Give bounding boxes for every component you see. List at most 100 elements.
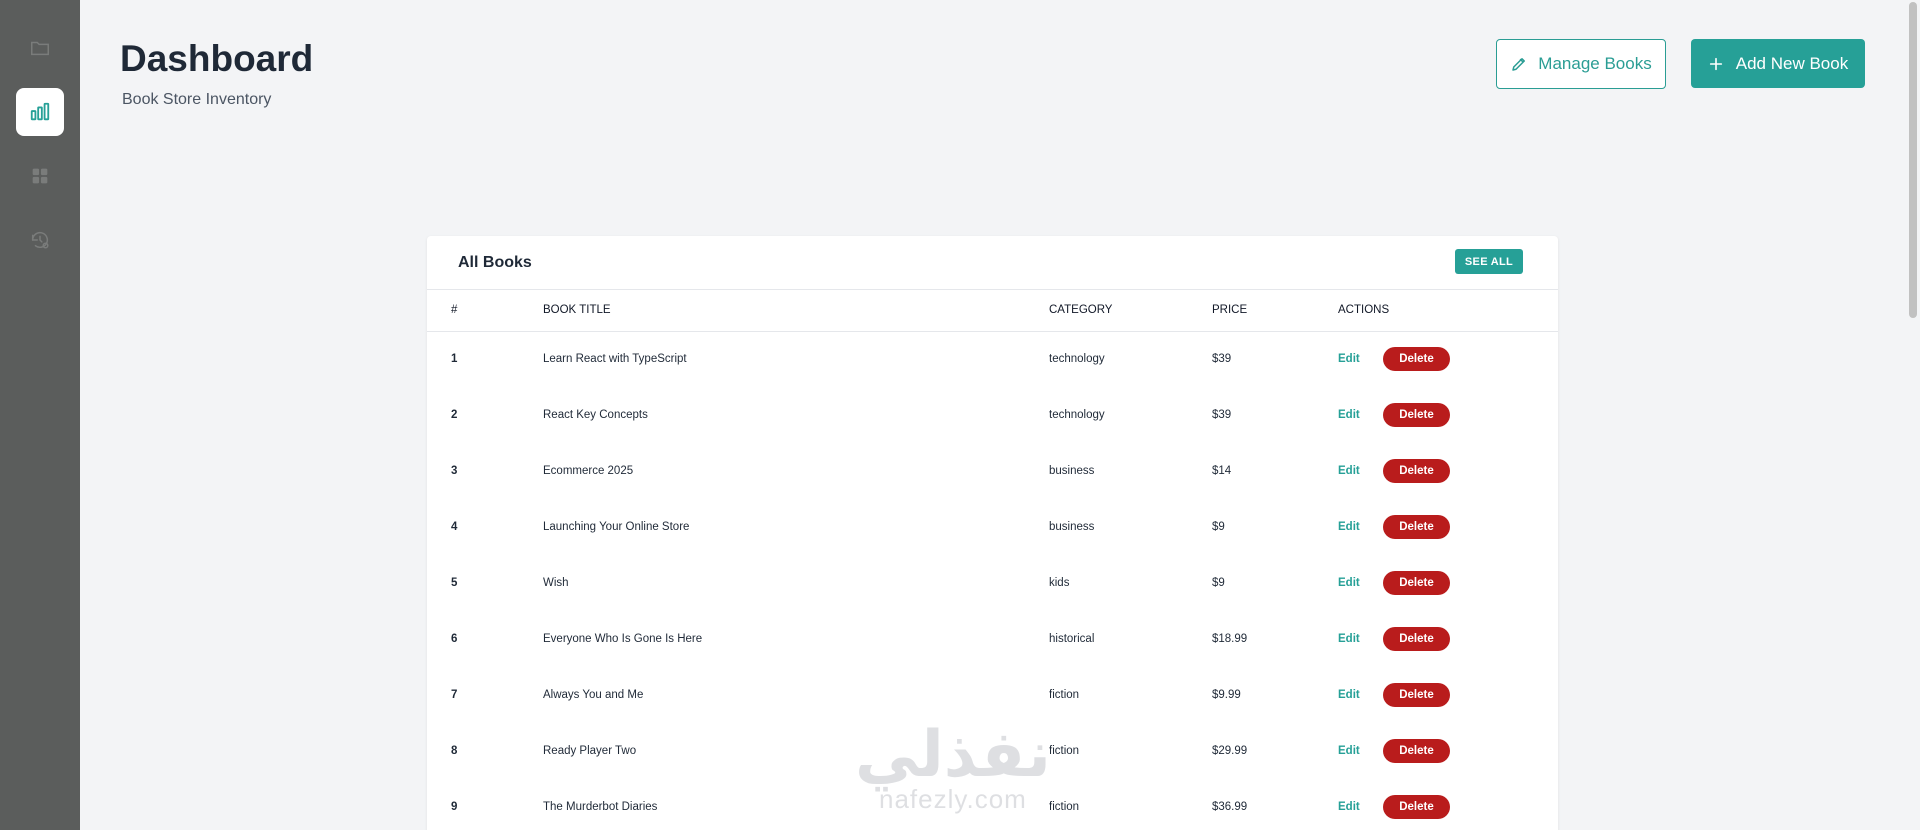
book-price: $14 — [1212, 465, 1232, 477]
table-row: 3 Ecommerce 2025 business $14 Edit Delete — [427, 443, 1558, 499]
book-title: Launching Your Online Store — [543, 521, 690, 533]
edit-link[interactable]: Edit — [1338, 577, 1383, 589]
page-subtitle: Book Store Inventory — [122, 91, 272, 108]
delete-button[interactable]: Delete — [1383, 627, 1450, 651]
page-title: Dashboard — [120, 38, 314, 79]
book-title: React Key Concepts — [543, 409, 648, 421]
book-price: $29.99 — [1212, 745, 1248, 757]
delete-button[interactable]: Delete — [1383, 739, 1450, 763]
edit-link[interactable]: Edit — [1338, 353, 1383, 365]
sidebar-item-folder[interactable] — [16, 24, 64, 72]
table-row: 5 Wish kids $9 Edit Delete — [427, 555, 1558, 611]
edit-link[interactable]: Edit — [1338, 745, 1383, 757]
sidebar-item-apps[interactable] — [16, 152, 64, 200]
delete-button[interactable]: Delete — [1383, 459, 1450, 483]
book-actions: Edit Delete — [1338, 667, 1558, 723]
book-title: Everyone Who Is Gone Is Here — [543, 633, 703, 645]
column-header-actions: ACTIONS — [1338, 304, 1390, 317]
delete-button[interactable]: Delete — [1383, 571, 1450, 595]
book-actions: Edit Delete — [1338, 611, 1558, 667]
books-table-body: 1 Learn React with TypeScript technology $3… — [427, 331, 1558, 830]
book-category: technology — [1049, 353, 1105, 366]
page-scrollbar[interactable] — [1906, 0, 1920, 830]
table-row: 4 Launching Your Online Store business $9 Ed… — [427, 499, 1558, 555]
delete-button[interactable]: Delete — [1383, 403, 1450, 427]
book-title: Learn React with TypeScript — [543, 353, 687, 366]
delete-button[interactable]: Delete — [1383, 347, 1450, 372]
column-header-category: CATEGORY — [1049, 304, 1113, 317]
book-number: 5 — [451, 577, 458, 589]
add-new-book-button[interactable]: Add New Book — [1691, 39, 1865, 88]
sidebar-item-history-settings[interactable] — [16, 216, 64, 264]
book-category: business — [1049, 465, 1095, 477]
delete-button[interactable]: Delete — [1383, 795, 1450, 819]
book-category: fiction — [1049, 689, 1080, 701]
all-books-card: All Books SEE ALL # BOOK TITLE CATEGORY … — [427, 236, 1558, 830]
table-row: 2 React Key Concepts technology $39 Edit Dele… — [427, 387, 1558, 443]
book-actions: Edit Delete — [1338, 555, 1558, 611]
book-category: fiction — [1049, 801, 1080, 813]
book-title: The Murderbot Diaries — [543, 801, 658, 813]
book-actions: Edit Delete — [1338, 387, 1558, 443]
book-actions: Edit Delete — [1338, 779, 1558, 830]
edit-link[interactable]: Edit — [1338, 633, 1383, 645]
book-price: $9 — [1212, 577, 1225, 589]
book-price: $9 — [1212, 521, 1225, 533]
see-all-button[interactable]: SEE ALL — [1455, 249, 1523, 274]
manage-books-button[interactable]: Manage Books — [1496, 39, 1666, 89]
book-number: 4 — [451, 521, 458, 533]
book-price: $18.99 — [1212, 633, 1248, 645]
folder-icon — [31, 41, 49, 56]
book-number: 8 — [451, 745, 458, 757]
book-actions: Edit Delete — [1338, 723, 1558, 779]
add-new-book-label: Add New Book — [1735, 53, 1849, 73]
book-title: Ready Player Two — [543, 745, 637, 757]
edit-link[interactable]: Edit — [1338, 409, 1383, 421]
edit-link[interactable]: Edit — [1338, 465, 1383, 477]
plus-icon — [1709, 57, 1722, 70]
book-title: Ecommerce 2025 — [543, 465, 634, 477]
table-row: 7 Always You and Me fiction $9.99 Edit Delete — [427, 667, 1558, 723]
book-category: kids — [1049, 577, 1070, 589]
table-row: 1 Learn React with TypeScript technology $3… — [427, 331, 1558, 387]
column-header-number: # — [451, 304, 458, 317]
history-settings-icon — [31, 231, 49, 249]
manage-books-label: Manage Books — [1538, 54, 1652, 73]
table-row: 6 Everyone Who Is Gone Is Here historical $… — [427, 611, 1558, 667]
books-table: # BOOK TITLE CATEGORY PRICE ACTIONS 1 Lea… — [427, 290, 1558, 830]
book-number: 9 — [451, 801, 458, 813]
book-price: $39 — [1212, 353, 1232, 366]
book-number: 2 — [451, 409, 458, 421]
edit-link[interactable]: Edit — [1338, 689, 1383, 701]
delete-button[interactable]: Delete — [1383, 515, 1450, 539]
book-number: 7 — [451, 689, 458, 701]
scrollbar-thumb[interactable] — [1909, 2, 1917, 318]
book-category: technology — [1049, 409, 1105, 421]
book-actions: Edit Delete — [1338, 499, 1558, 555]
edit-link[interactable]: Edit — [1338, 801, 1383, 813]
book-number: 6 — [451, 633, 458, 645]
book-number: 1 — [451, 353, 458, 366]
column-header-title: BOOK TITLE — [543, 304, 611, 317]
sidebar-item-dashboard[interactable] — [16, 88, 64, 136]
pencil-icon — [1512, 58, 1526, 71]
book-title: Always You and Me — [543, 689, 644, 701]
table-row: 8 Ready Player Two fiction $29.99 Edit Delete — [427, 723, 1558, 779]
card-header: All Books SEE ALL — [427, 236, 1558, 290]
book-category: business — [1049, 521, 1095, 533]
delete-button[interactable]: Delete — [1383, 683, 1450, 707]
card-title: All Books — [458, 254, 532, 271]
book-category: fiction — [1049, 745, 1080, 757]
book-actions: Edit Delete — [1338, 443, 1558, 499]
book-category: historical — [1049, 633, 1095, 645]
book-price: $39 — [1212, 409, 1232, 421]
book-price: $9.99 — [1212, 689, 1241, 701]
table-row: 9 The Murderbot Diaries fiction $36.99 Edit D… — [427, 779, 1558, 830]
book-price: $36.99 — [1212, 801, 1248, 813]
table-header-row: # BOOK TITLE CATEGORY PRICE ACTIONS — [427, 290, 1558, 331]
column-header-price: PRICE — [1212, 304, 1248, 317]
book-number: 3 — [451, 465, 458, 477]
sidebar — [0, 0, 80, 830]
edit-link[interactable]: Edit — [1338, 521, 1383, 533]
book-title: Wish — [543, 577, 569, 589]
